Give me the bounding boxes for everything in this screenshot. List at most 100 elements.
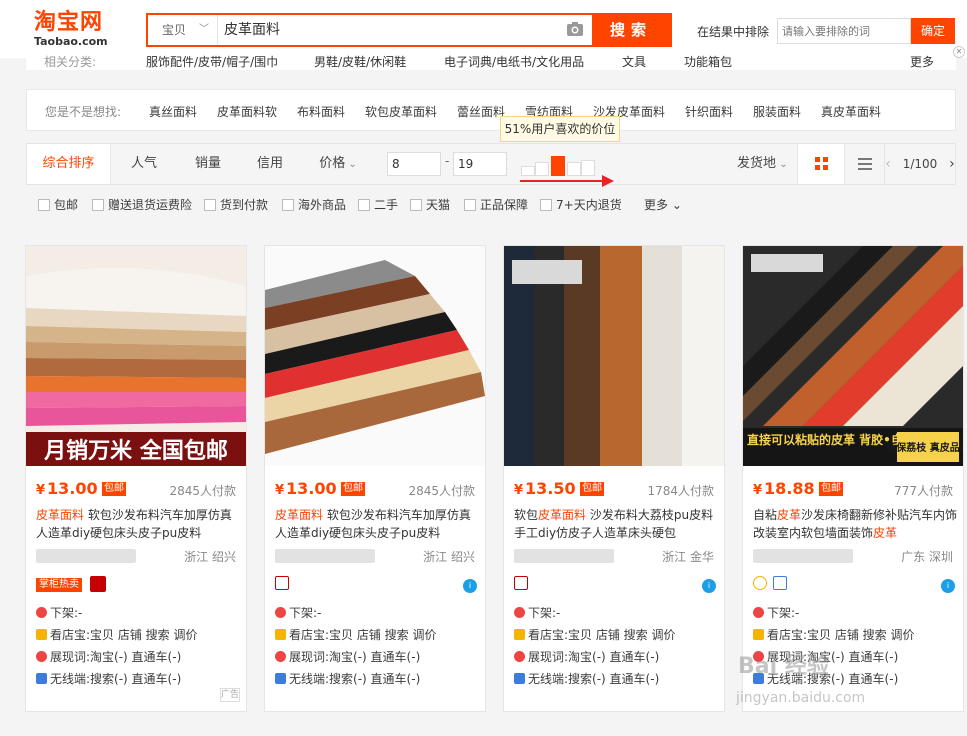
search-scope-select[interactable]: 宝贝 ﹀ bbox=[148, 15, 218, 45]
price-min-input[interactable] bbox=[387, 152, 441, 176]
shop-name-blurred[interactable] bbox=[514, 549, 614, 563]
price-value: 13.50 bbox=[525, 479, 576, 498]
filter-checkbox[interactable]: 包邮 bbox=[38, 196, 78, 213]
product-card[interactable]: ¥13.00 包邮 2845人付款 皮革面料 软包沙发布料汽车加厚仿真人造革di… bbox=[264, 245, 486, 712]
product-card[interactable]: 月销万米 全国包邮 ¥13.00 包邮 2845人付款 皮革面料 软包沙发布料汽… bbox=[25, 245, 247, 712]
guess-item[interactable]: 真丝面料 bbox=[149, 103, 197, 120]
shop-name-blurred[interactable] bbox=[36, 549, 136, 563]
search-input[interactable] bbox=[224, 15, 564, 45]
related-item[interactable]: 服饰配件/皮带/帽子/围巾 bbox=[146, 53, 278, 70]
close-icon[interactable]: ✕ bbox=[953, 46, 965, 58]
guess-item[interactable]: 布料面料 bbox=[297, 103, 345, 120]
tmall-icon[interactable] bbox=[514, 576, 528, 590]
price-bar-selected[interactable] bbox=[551, 156, 565, 176]
sort-sales-tab[interactable]: 销量 bbox=[183, 144, 233, 184]
guess-item[interactable]: 针织面料 bbox=[685, 103, 733, 120]
shop-tool-text: 看店宝:宝贝 店铺 搜索 调价 bbox=[767, 628, 915, 642]
guess-item[interactable]: 服装面料 bbox=[753, 103, 801, 120]
clock-icon bbox=[36, 607, 47, 618]
wangwang-icon[interactable]: i bbox=[941, 579, 955, 593]
search-button[interactable]: 搜索 bbox=[592, 15, 670, 45]
camera-icon[interactable] bbox=[566, 21, 584, 37]
guess-item[interactable]: 皮革面料软 bbox=[217, 103, 277, 120]
guess-item[interactable]: 软包皮革面料 bbox=[365, 103, 437, 120]
shop-name-blurred[interactable] bbox=[753, 549, 853, 563]
product-title[interactable]: 自粘皮革沙发床椅翻新修补贴汽车内饰改装室内软包墙面装饰皮革 bbox=[753, 506, 958, 542]
shop-tool-links[interactable]: 看店宝:宝贝 店铺 搜索 调价 bbox=[514, 626, 676, 643]
filter-checkbox[interactable]: 赠送退货运费险 bbox=[92, 196, 192, 213]
product-title[interactable]: 皮革面料 软包沙发布料汽车加厚仿真人造革diy硬包床头皮子pu皮料 bbox=[275, 506, 480, 542]
product-price: ¥13.00 bbox=[275, 479, 337, 498]
product-image[interactable]: 直接可以粘贴的皮革 背胶•自粘皮革 环保荔枝 真皮品质 bbox=[743, 246, 963, 466]
price-value: 13.00 bbox=[47, 479, 98, 498]
filter-label: 赠送退货运费险 bbox=[108, 198, 193, 212]
guess-label: 您是不是想找: bbox=[45, 105, 122, 119]
product-card[interactable]: 直接可以粘贴的皮革 背胶•自粘皮革 环保荔枝 真皮品质 ¥18.88 包邮 77… bbox=[742, 245, 964, 712]
tmall-icon[interactable] bbox=[90, 576, 106, 592]
yen-symbol: ¥ bbox=[36, 483, 46, 498]
filter-checkbox[interactable]: 海外商品 bbox=[282, 196, 346, 213]
ship-from-dropdown[interactable]: 发货地 ⌄ bbox=[737, 144, 788, 184]
exclude-input[interactable] bbox=[777, 18, 911, 44]
gold-seller-icon[interactable] bbox=[753, 576, 767, 590]
filter-label: 7+天内退货 bbox=[556, 198, 622, 212]
product-image[interactable]: 月销万米 全国包邮 bbox=[26, 246, 246, 466]
taobao-logo[interactable]: 淘宝网 Taobao.com bbox=[34, 10, 122, 50]
product-image[interactable] bbox=[265, 246, 485, 466]
filter-checkbox[interactable]: 货到付款 bbox=[204, 196, 268, 213]
yen-symbol: ¥ bbox=[275, 483, 285, 498]
sort-popularity-tab[interactable]: 人气 bbox=[119, 144, 169, 184]
next-page-icon[interactable]: › bbox=[949, 156, 955, 172]
sort-credit-tab[interactable]: 信用 bbox=[245, 144, 295, 184]
sort-price-tab[interactable]: 价格 ⌄ bbox=[311, 144, 365, 184]
shelf-text: 下架:- bbox=[767, 606, 800, 620]
sold-count: 1784人付款 bbox=[647, 484, 714, 498]
shop-tool-links[interactable]: 看店宝:宝贝 店铺 搜索 调价 bbox=[753, 626, 915, 643]
product-image[interactable] bbox=[504, 246, 724, 466]
filter-more-link[interactable]: 更多 ⌄ bbox=[644, 196, 682, 213]
banner-text: 月销万米 全国包邮 bbox=[43, 438, 228, 464]
sort-comprehensive-tab[interactable]: 综合排序 bbox=[27, 144, 111, 184]
filter-checkbox[interactable]: 天猫 bbox=[410, 196, 450, 213]
logo-text: 淘宝网 bbox=[34, 9, 104, 35]
shop-tool-text: 看店宝:宝贝 店铺 搜索 调价 bbox=[50, 628, 198, 642]
shop-name-blurred[interactable] bbox=[275, 549, 375, 563]
shop-tool-links[interactable]: 看店宝:宝贝 店铺 搜索 调价 bbox=[275, 626, 437, 643]
filter-label: 正品保障 bbox=[480, 198, 529, 212]
guess-item[interactable]: 蕾丝面料 bbox=[457, 103, 505, 120]
price-max-input[interactable] bbox=[453, 152, 507, 176]
filter-checkbox[interactable]: 7+天内退货 bbox=[540, 196, 622, 213]
product-title[interactable]: 皮革面料 软包沙发布料汽车加厚仿真人造革diy硬包床头皮子pu皮料 bbox=[36, 506, 241, 542]
guess-item[interactable]: 真皮革面料 bbox=[821, 103, 881, 120]
shop-tool-text: 看店宝:宝贝 店铺 搜索 调价 bbox=[528, 628, 676, 642]
shop-tool-links[interactable]: 看店宝:宝贝 店铺 搜索 调价 bbox=[36, 626, 198, 643]
grid-view-button[interactable] bbox=[797, 144, 845, 184]
service-icon[interactable] bbox=[773, 576, 787, 590]
prev-page-icon[interactable]: ‹ bbox=[885, 156, 891, 172]
product-card[interactable]: ¥13.50 包邮 1784人付款 软包皮革面料 沙发布料大荔枝pu皮料手工di… bbox=[503, 245, 725, 712]
filter-label: 二手 bbox=[374, 198, 399, 212]
sort-price-label: 价格 bbox=[319, 156, 346, 171]
free-shipping-badge: 包邮 bbox=[341, 482, 365, 496]
related-more-link[interactable]: 更多 bbox=[910, 53, 934, 70]
tmall-icon[interactable] bbox=[275, 576, 289, 590]
exclude-confirm-button[interactable]: 确定 bbox=[911, 18, 955, 44]
title-highlight-2: 皮革 bbox=[873, 526, 898, 540]
price-distribution-bars[interactable] bbox=[521, 154, 601, 176]
related-item[interactable]: 文具 bbox=[622, 53, 646, 70]
phone-icon bbox=[514, 673, 525, 684]
wangwang-icon[interactable]: i bbox=[463, 579, 477, 593]
related-item[interactable]: 功能箱包 bbox=[684, 53, 732, 70]
exposure-text: 展现词:淘宝(-) 直通车(-) bbox=[289, 650, 421, 664]
filter-checkbox[interactable]: 二手 bbox=[358, 196, 398, 213]
related-item[interactable]: 男鞋/皮鞋/休闲鞋 bbox=[314, 53, 406, 70]
wangwang-icon[interactable]: i bbox=[702, 579, 716, 593]
checkbox-icon bbox=[464, 199, 476, 211]
filter-checkbox[interactable]: 正品保障 bbox=[464, 196, 528, 213]
list-view-button[interactable] bbox=[845, 144, 885, 184]
filter-label: 货到付款 bbox=[220, 198, 269, 212]
location: 广东 深圳 bbox=[901, 550, 953, 564]
related-item[interactable]: 电子词典/电纸书/文化用品 bbox=[444, 53, 584, 70]
user-icon bbox=[514, 651, 525, 662]
product-title[interactable]: 软包皮革面料 沙发布料大荔枝pu皮料手工diy仿皮子人造革床头硬包 bbox=[514, 506, 719, 542]
